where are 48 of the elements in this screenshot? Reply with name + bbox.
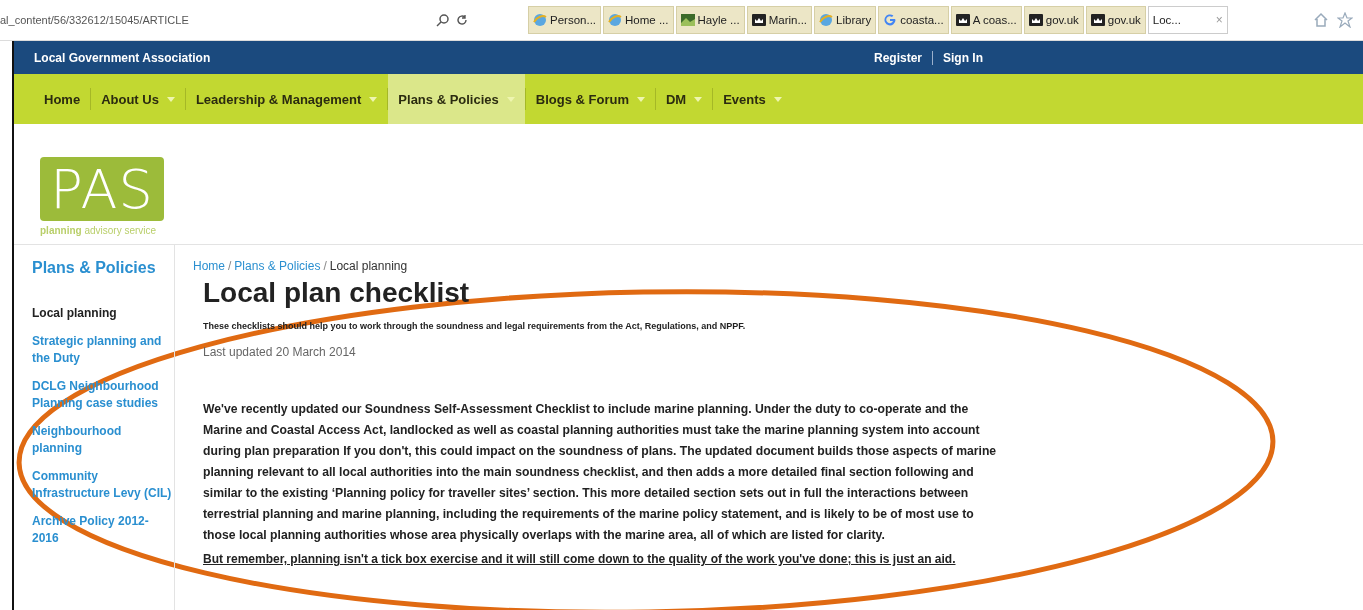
sidebar-title: Plans & Policies [32, 259, 157, 277]
breadcrumb-separator: / [323, 259, 327, 273]
g-logo-icon [883, 13, 898, 27]
browser-tab[interactable]: Marin... [746, 6, 813, 34]
site-title: Local Government Association [34, 50, 211, 65]
browser-tab[interactable]: gov.uk [1085, 6, 1146, 34]
refresh-icon[interactable] [456, 14, 468, 26]
sidebar-link[interactable]: Local planning [32, 305, 174, 322]
star-icon[interactable] [1337, 12, 1353, 28]
browser-tab[interactable]: Home ... [603, 6, 674, 34]
breadcrumb-link[interactable]: Home [193, 259, 225, 273]
note-paragraph: But remember, planning isn't a tick box exercise and it will still come down to the quality of the work you've done; this is just an aid. [203, 552, 957, 566]
browser-tab[interactable]: Hayle ... [675, 6, 745, 34]
nav-item[interactable]: DM [655, 74, 713, 124]
header-link[interactable]: Sign In [943, 50, 983, 65]
globe-icon [819, 13, 834, 27]
globe-icon [533, 13, 547, 27]
browser-tab[interactable]: A coas... [950, 6, 1022, 34]
nav-item[interactable]: Home [34, 74, 91, 124]
globe-icon [608, 13, 623, 27]
breadcrumb-current: Local planning [329, 259, 408, 273]
nav-item[interactable]: Plans & Policies [388, 74, 525, 124]
crown-icon [1090, 13, 1105, 27]
sidebar-link[interactable]: Strategic planning and the Duty [32, 333, 174, 367]
nav-item[interactable]: Events [713, 74, 792, 124]
browser-tab[interactable]: Loc... × [1147, 6, 1228, 34]
browser-tab[interactable]: gov.uk [1023, 6, 1084, 34]
browser-tab[interactable]: Person... [528, 6, 602, 34]
nav-item[interactable]: Blogs & Forum [525, 74, 655, 124]
nav-item[interactable]: Leadership & Management [185, 74, 388, 124]
browser-tab[interactable]: coasta... [878, 6, 949, 34]
crown-icon [1028, 13, 1043, 27]
image-icon [680, 13, 695, 27]
breadcrumb-link[interactable]: Plans & Policies [234, 259, 321, 273]
crown-icon [955, 13, 970, 27]
breadcrumb-separator: / [228, 259, 232, 273]
page-title: Local plan checklist [203, 277, 471, 309]
search-icon[interactable] [436, 13, 450, 27]
browser-tab[interactable]: Library [814, 6, 877, 34]
header-link[interactable]: Register [873, 50, 922, 65]
address-bar[interactable]: al_content/56/332612/15045/ARTICLE [0, 8, 456, 32]
nav-item[interactable]: About Us [91, 74, 185, 124]
sidebar-link[interactable]: Community Infrastructure Levy (CIL) [32, 468, 174, 502]
sidebar-link[interactable]: Neighbourhood planning [32, 423, 174, 457]
crown-icon [751, 13, 766, 27]
last-updated: Last updated 20 March 2014 [203, 345, 357, 359]
body-paragraph: We've recently updated our Soundness Self-Assessment Checklist to include marine planning. Under the duty to co-operate and the Marine and Coastal Access Act, landlocked as well as coastal planning authorities must take the marine planning system into account during plan preparation If you don't, this could impact on the soundness of plans. The updated document builds those aspects of marine planning relevant to all local authorities into the main soundness checklist, and then adds a more detailed final section following and similar to the existing ‘Planning policy for traveller sites’ section. This more detailed section sets out in full the interactions between terrestrial planning and marine planning, including the requirements of the marine policy statement, and is likely to be of most use to those local planning authorities whose area physically overlaps with the marine area, all of which are listed for clarity. [203, 401, 998, 544]
logo-tagline: planning advisory service [40, 225, 158, 236]
